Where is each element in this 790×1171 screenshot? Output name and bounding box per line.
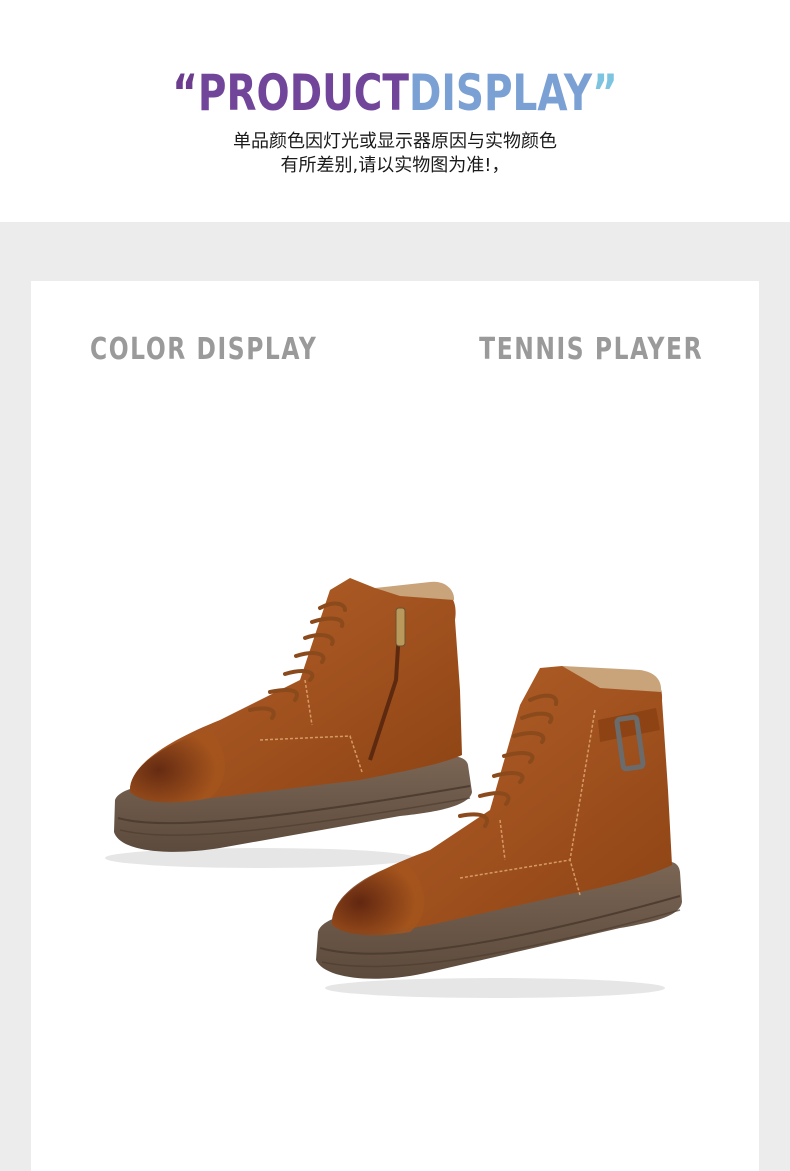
color-disclaimer: 单品颜色因灯光或显示器原因与实物颜色 有所差别,请以实物图为准!， <box>0 130 790 178</box>
title-word-display: DISPLAY <box>408 64 593 122</box>
title-close-quote: ” <box>592 64 618 122</box>
left-boot <box>114 578 472 852</box>
boots-product-image <box>105 578 682 998</box>
page-header: “PRODUCT DISPLAY” 单品颜色因灯光或显示器原因与实物颜色 有所差… <box>0 0 790 222</box>
disclaimer-line-2: 有所差别,请以实物图为准!， <box>280 155 510 176</box>
title-open-quote: “ <box>172 64 198 122</box>
title-word-product: PRODUCT <box>197 64 409 122</box>
tennis-player-label: TENNIS PLAYER <box>479 332 703 367</box>
zipper-pull <box>395 607 406 647</box>
left-boot-shadow <box>105 848 415 868</box>
right-boot-shadow <box>325 978 665 998</box>
page-title: “PRODUCT DISPLAY” <box>87 58 703 128</box>
disclaimer-line-1: 单品颜色因灯光或显示器原因与实物颜色 <box>233 131 557 152</box>
color-display-label: COLOR DISPLAY <box>90 332 318 367</box>
